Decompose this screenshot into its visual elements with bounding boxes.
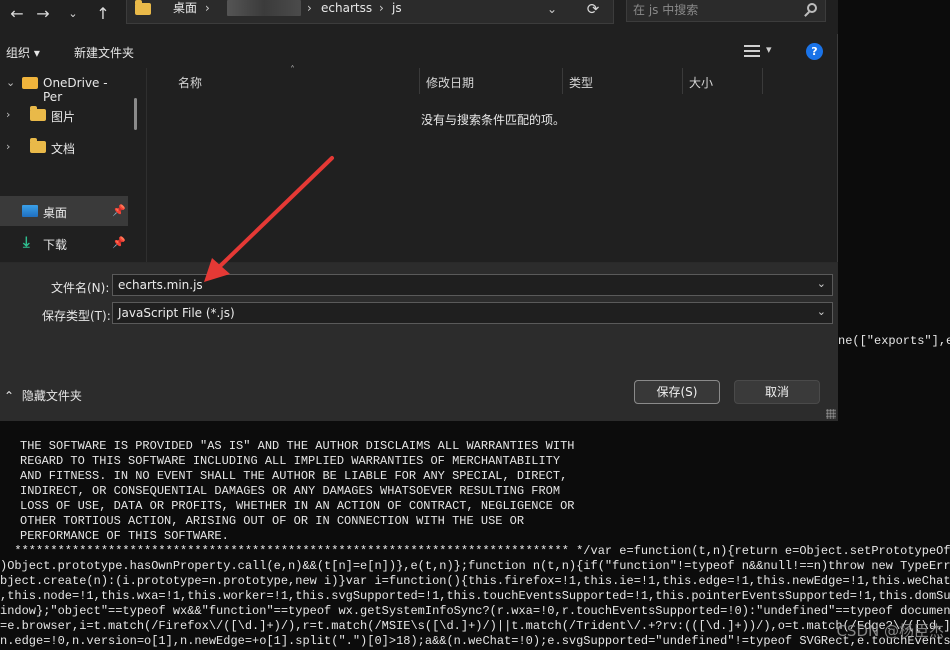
folder-icon	[135, 0, 151, 15]
help-icon[interactable]: ?	[806, 43, 823, 60]
chevron-down-icon: ▾	[766, 43, 772, 56]
nav-item-label: 下载	[43, 238, 68, 252]
column-header-date[interactable]: 修改日期	[426, 74, 474, 91]
breadcrumb-js[interactable]: js	[392, 0, 402, 18]
nav-item-documents[interactable]: › 文档	[0, 132, 128, 162]
license-text-line: OTHER TORTIOUS ACTION, ARISING OUT OF OR…	[20, 514, 525, 528]
license-text-line: LOSS OF USE, DATA OR PROFITS, WHETHER IN…	[20, 499, 575, 513]
chevron-right-icon[interactable]: ›	[6, 140, 10, 153]
nav-item-label: 图片	[51, 110, 76, 124]
code-text-line: indow};"object"==typeof wx&&"function"==…	[0, 604, 950, 618]
recent-locations-chevron-icon[interactable]: ⌄	[60, 0, 86, 26]
code-text-line: n.edge=!0,n.version=o[1],n.newEdge=+o[1]…	[0, 634, 950, 648]
onedrive-icon	[22, 77, 38, 89]
refresh-icon[interactable]: ⟳	[579, 0, 607, 20]
nav-item-label: 文档	[51, 142, 76, 156]
folder-icon	[30, 138, 46, 153]
hide-folders-label: 隐藏文件夹	[21, 389, 82, 403]
code-fragment: ne(["exports"],e	[838, 334, 950, 348]
nav-item-pictures[interactable]: › 图片	[0, 100, 128, 130]
code-text-line: ,this.node=!1,this.wxa=!1,this.worker=!1…	[0, 589, 950, 603]
chevron-down-icon[interactable]: ⌄	[547, 0, 557, 18]
license-text-line: INDIRECT, OR CONSEQUENTIAL DAMAGES OR AN…	[20, 484, 561, 498]
hide-folders-toggle[interactable]: ⌃ 隐藏文件夹	[4, 387, 82, 404]
filetype-label: 保存类型(T):	[42, 309, 111, 323]
folder-icon	[30, 106, 46, 121]
up-arrow-icon[interactable]: ↑	[90, 0, 116, 26]
sort-caret-icon: ˄	[290, 65, 295, 76]
chevron-right-icon: ›	[307, 1, 312, 15]
desktop-icon	[22, 205, 38, 217]
redacted-path	[227, 0, 301, 16]
license-text-line: REGARD TO THIS SOFTWARE INCLUDING ALL IM…	[20, 454, 561, 468]
column-divider[interactable]	[682, 68, 683, 94]
chevron-up-icon: ⌃	[4, 389, 15, 403]
code-text-line: bject.create(n):(i.prototype=n.prototype…	[0, 574, 950, 588]
chevron-down-icon[interactable]: ⌄	[6, 76, 15, 89]
nav-item-downloads[interactable]: ⤓ 下载 📌	[0, 228, 128, 258]
nav-item-desktop[interactable]: 桌面 📌	[0, 196, 128, 226]
column-header-size[interactable]: 大小	[689, 74, 713, 91]
view-options-button[interactable]: ▾	[742, 43, 778, 61]
chevron-down-icon[interactable]: ⌄	[817, 277, 826, 290]
filename-label: 文件名(N):	[51, 281, 110, 295]
column-divider[interactable]	[562, 68, 563, 94]
code-text-line: )Object.prototype.hasOwnProperty.call(e,…	[0, 559, 950, 573]
resize-grip[interactable]	[826, 409, 836, 419]
toolbar: 组织 ▾ 新建文件夹 ▾ ?	[0, 34, 838, 68]
nav-item-label: 桌面	[43, 206, 68, 220]
filetype-value[interactable]: JavaScript File (*.js)	[118, 306, 235, 320]
filetype-select[interactable]: JavaScript File (*.js) ⌄	[112, 302, 833, 324]
file-list[interactable]: ˄ 名称 修改日期 类型 大小 没有与搜索条件匹配的项。	[147, 65, 838, 262]
column-divider[interactable]	[419, 68, 420, 94]
chevron-right-icon: ›	[379, 1, 384, 15]
watermark: CSDN @杨臣杰	[836, 622, 944, 640]
empty-message: 没有与搜索条件匹配的项。	[421, 113, 566, 127]
cancel-button[interactable]: 取消	[734, 380, 820, 404]
breadcrumb-echartss[interactable]: echartss	[321, 0, 372, 18]
column-header-type[interactable]: 类型	[569, 74, 593, 91]
search-box[interactable]	[626, 0, 826, 22]
filename-value[interactable]: echarts.min.js	[118, 278, 203, 292]
license-text-line: PERFORMANCE OF THIS SOFTWARE.	[20, 529, 229, 543]
chevron-right-icon: ›	[205, 1, 210, 15]
forward-arrow-icon[interactable]: →	[30, 0, 56, 26]
code-text-line: =e.browser,i=t.match(/Firefox\/([\d.]+)/…	[0, 619, 950, 633]
search-input[interactable]	[633, 1, 793, 19]
license-text-line: THE SOFTWARE IS PROVIDED "AS IS" AND THE…	[20, 439, 575, 453]
search-icon[interactable]	[807, 3, 817, 13]
new-folder-button[interactable]: 新建文件夹	[74, 44, 134, 61]
chevron-down-icon[interactable]: ⌄	[817, 305, 826, 318]
license-text-line: AND FITNESS. IN NO EVENT SHALL THE AUTHO…	[20, 469, 568, 483]
save-as-dialog: ← → ⌄ ↑ 桌面 › › echartss › js ⌄ ⟳ 组织 ▾ 新建…	[0, 0, 838, 421]
chevron-right-icon[interactable]: ›	[6, 108, 10, 121]
breadcrumb[interactable]: 桌面 › › echartss › js ⌄ ⟳	[126, 0, 614, 24]
nav-scrollbar[interactable]	[134, 98, 137, 130]
save-form: 文件名(N): echarts.min.js ⌄ 保存类型(T): JavaSc…	[0, 262, 838, 421]
navigation-pane: ⌄ OneDrive - Per › 图片 › 文档 桌面 📌 ⤓ 下载 📌	[0, 68, 146, 262]
back-arrow-icon[interactable]: ←	[4, 0, 30, 26]
filename-field[interactable]: echarts.min.js ⌄	[112, 274, 833, 296]
download-icon: ⤓	[23, 233, 30, 251]
address-bar: ← → ⌄ ↑ 桌面 › › echartss › js ⌄ ⟳	[0, 0, 838, 34]
code-text-line: ****************************************…	[0, 544, 950, 558]
column-divider[interactable]	[762, 68, 763, 94]
pin-icon: 📌	[112, 204, 126, 217]
save-button[interactable]: 保存(S)	[634, 380, 720, 404]
list-view-icon	[744, 45, 760, 58]
pin-icon: 📌	[112, 236, 126, 249]
breadcrumb-desktop[interactable]: 桌面	[173, 0, 197, 18]
nav-item-onedrive[interactable]: ⌄ OneDrive - Per	[0, 68, 128, 104]
organize-button[interactable]: 组织 ▾	[6, 44, 40, 61]
column-header-name[interactable]: 名称	[178, 74, 202, 91]
